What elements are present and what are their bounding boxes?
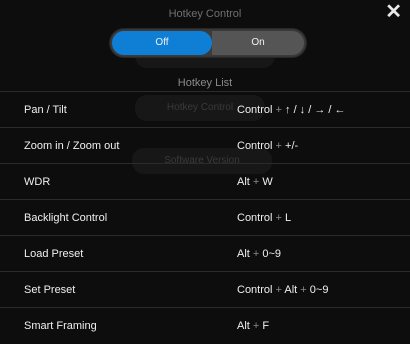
hotkey-list-title: Hotkey List bbox=[177, 77, 233, 89]
hotkey-row: WDR Alt + W bbox=[0, 163, 410, 200]
hotkey-key: Control bbox=[237, 140, 273, 152]
hotkey-row: Pan / Tilt Control + ↑ / ↓ / → / ← bbox=[0, 91, 410, 128]
dialog-title: Hotkey Control bbox=[168, 8, 242, 20]
hotkey-combo: Alt + F bbox=[237, 308, 269, 344]
plus-separator: + bbox=[272, 104, 286, 116]
hotkey-key: W bbox=[262, 176, 273, 188]
hotkey-combo: Alt + 0~9 bbox=[237, 236, 281, 272]
hotkey-key: F bbox=[262, 320, 270, 332]
hotkey-row: Set Preset Control + Alt + 0~9 bbox=[0, 271, 410, 308]
hotkey-name: Set Preset bbox=[24, 284, 76, 296]
plus-separator: + bbox=[272, 140, 286, 152]
hotkey-name: Smart Framing bbox=[24, 320, 97, 332]
hotkey-row: Smart Framing Alt + F bbox=[0, 307, 410, 344]
plus-separator: + bbox=[272, 212, 286, 224]
hotkey-key: Alt bbox=[237, 176, 250, 188]
hotkey-name: WDR bbox=[24, 176, 51, 188]
hotkey-row: Backlight Control Control + L bbox=[0, 199, 410, 236]
hotkey-key: ↑ / ↓ / → / ← bbox=[285, 104, 346, 116]
hotkey-key: Control bbox=[237, 104, 273, 116]
hotkey-key: 0~9 bbox=[309, 284, 329, 296]
hotkey-key: 0~9 bbox=[262, 248, 282, 260]
hotkey-key: Control bbox=[237, 212, 273, 224]
hotkey-name: Load Preset bbox=[24, 248, 84, 260]
hotkey-combo: Control + L bbox=[237, 200, 291, 236]
hotkey-name: Backlight Control bbox=[24, 212, 108, 224]
toggle-off-option[interactable]: Off bbox=[112, 31, 212, 55]
hotkey-key: Alt bbox=[237, 320, 250, 332]
hotkey-name: Pan / Tilt bbox=[24, 104, 67, 116]
plus-separator: + bbox=[249, 320, 263, 332]
close-icon[interactable]: ✕ bbox=[385, 2, 402, 22]
plus-separator: + bbox=[249, 176, 263, 188]
hotkey-key: Control bbox=[237, 284, 273, 296]
hotkey-key: Alt bbox=[284, 284, 298, 296]
hotkey-combo: Control + +/- bbox=[237, 128, 298, 164]
hotkey-toggle[interactable]: Off On bbox=[109, 28, 307, 58]
plus-separator: + bbox=[272, 284, 285, 296]
hotkey-row: Load Preset Alt + 0~9 bbox=[0, 235, 410, 272]
hotkey-combo: Control + Alt + 0~9 bbox=[237, 272, 328, 308]
hotkey-key: L bbox=[285, 212, 292, 224]
hotkey-key: +/- bbox=[285, 140, 299, 152]
plus-separator: + bbox=[249, 248, 263, 260]
hotkey-row: Zoom in / Zoom out Control + +/- bbox=[0, 127, 410, 164]
hotkey-key: Alt bbox=[237, 248, 250, 260]
hotkey-name: Zoom in / Zoom out bbox=[24, 140, 120, 152]
toggle-on-option[interactable]: On bbox=[212, 31, 304, 55]
hotkey-combo: Control + ↑ / ↓ / → / ← bbox=[237, 92, 346, 128]
plus-separator: + bbox=[297, 284, 310, 296]
hotkey-combo: Alt + W bbox=[237, 164, 273, 200]
